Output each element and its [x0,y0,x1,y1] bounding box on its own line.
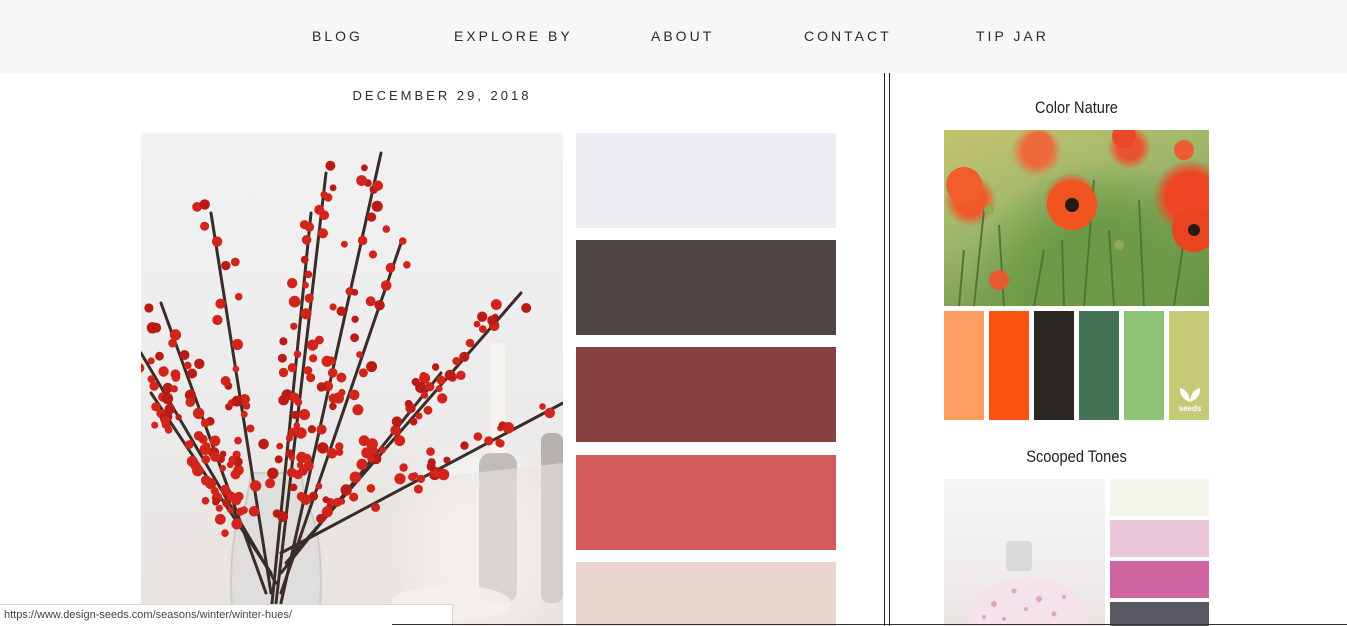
nature-swatch-5[interactable] [1124,311,1164,420]
seeds-logo-icon: seeds [1173,386,1207,416]
status-url: https://www.design-seeds.com/seasons/win… [4,609,292,621]
ice-cream-illustration [968,541,1088,626]
post-swatch-5[interactable] [576,562,836,626]
post-photo[interactable] [141,133,563,626]
berries-illustration [141,151,563,626]
card-photo-ice-cream[interactable] [944,479,1105,626]
card-title-color-nature[interactable]: Color Nature [963,98,1191,118]
card-photo-poppies[interactable] [944,130,1209,306]
nav-explore-by[interactable]: EXPLORE BY [454,28,573,44]
scoop-swatch-1[interactable] [1110,479,1209,516]
scoop-swatch-3[interactable] [1110,561,1209,598]
nav-about[interactable]: ABOUT [651,28,714,44]
nav-tip-jar[interactable]: TIP JAR [976,28,1049,44]
post-swatch-3[interactable] [576,347,836,442]
post-swatch-4[interactable] [576,455,836,550]
post-date: DECEMBER 29, 2018 [352,88,532,103]
post-swatch-1[interactable] [576,133,836,228]
scoop-swatch-2[interactable] [1110,520,1209,557]
post-swatch-2[interactable] [576,240,836,335]
nature-swatch-4[interactable] [1079,311,1119,420]
link-status-bar: https://www.design-seeds.com/seasons/win… [0,604,453,626]
poppies-illustration [946,130,1209,306]
nature-swatch-1[interactable] [944,311,984,420]
bottom-rule [392,624,1347,625]
nav-contact[interactable]: CONTACT [804,28,892,44]
column-divider [889,73,890,626]
scoop-swatch-4[interactable] [1110,602,1209,626]
column-divider [884,73,885,626]
nav-blog[interactable]: BLOG [312,28,363,44]
nature-swatch-2[interactable] [989,311,1029,420]
top-navigation: BLOG EXPLORE BY ABOUT CONTACT TIP JAR [0,0,1347,73]
card-title-scooped-tones[interactable]: Scooped Tones [963,447,1191,467]
seeds-logo-text: seeds [1178,404,1202,413]
nature-swatch-3[interactable] [1034,311,1074,420]
